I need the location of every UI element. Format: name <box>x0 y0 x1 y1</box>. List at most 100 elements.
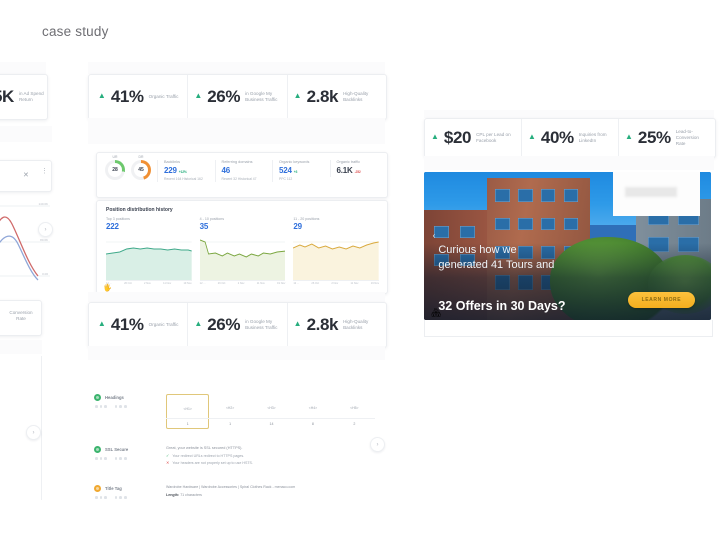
pd-sparkline-4to10 <box>199 234 286 281</box>
kpi-backlinks: ▲ 2.8k High-Quality Backlinks <box>288 75 386 119</box>
kpi-strip-1-topbg <box>88 62 385 74</box>
right-kpi-topbg <box>424 110 714 118</box>
ssl-check-text: Your headers are not properly set up to … <box>172 461 253 465</box>
kpi-strip-2-topbg <box>88 292 385 302</box>
kpi-gmb-traffic-2: ▲ 26% in Google My Business Traffic <box>188 303 288 347</box>
left-panel-mid-bg <box>0 126 52 142</box>
kpi-arrow-up-icon: ▲ <box>97 91 106 100</box>
seo-audit-panel: Headings <H1> <H2> <H3> <H4> <H5> 1 1 14… <box>80 382 385 500</box>
left-line-chart: 140.0K 80.0K 0.00 1, 2004 <box>0 190 50 286</box>
kpi-value: $20 <box>443 128 472 147</box>
ad-prev-arrow-icon[interactable]: ‹ <box>433 231 436 240</box>
kpi-label: in Google My Business Traffic <box>245 318 278 330</box>
metric-delta: +12% <box>178 170 187 174</box>
conversion-rate-card: Conversion Rate <box>0 300 42 336</box>
heading-tag: <H1> <box>183 407 192 411</box>
ad-house-icon: 🏘 <box>431 308 442 318</box>
metric-value: 524 <box>279 166 292 175</box>
position-distribution-title: Position distribution history <box>106 207 173 213</box>
left-panel-next-button[interactable]: › <box>26 425 41 440</box>
cursor-icon: 🖐 <box>103 285 112 292</box>
kpi-strip-2: ▲ 41% Organic Traffic ▲ 26% in Google My… <box>88 302 387 348</box>
ad-spend-value: 5K <box>0 87 14 106</box>
gauge-hole: 45 <box>134 163 148 177</box>
kpi-arrow-up-icon: ▲ <box>194 91 203 100</box>
pd-col-top3: Top 3 positions 222 12 ... 26 Oct 2 Nov … <box>106 217 192 285</box>
check-ok-icon: ✓ <box>166 453 170 458</box>
metric-sub: Recent 32 Historical 47 <box>221 177 257 181</box>
kpi-arrow-up-icon: ▲ <box>293 319 302 328</box>
ad-footer-bar <box>424 320 713 337</box>
gauge-value: 28 <box>112 167 118 173</box>
title-tag-value: Wardrobe Hardware | Wardrobe Accessories… <box>166 485 296 489</box>
pd-col-4to10: 4 - 10 positions 35 12 ... 26 Oct 2 Nov … <box>199 217 286 285</box>
ad-headline-line1: Curious how we <box>438 244 517 257</box>
metric-sub: Recent 164 Historical 162 <box>164 177 203 181</box>
left-panel-divider <box>41 356 42 500</box>
heading-cell-h1[interactable]: <H1> <box>166 394 210 418</box>
pd-xtick: 26 Oct <box>217 282 226 285</box>
audit-row-headings: Headings <H1> <H2> <H3> <H4> <H5> 1 1 14… <box>94 394 375 429</box>
metric-referring-domains: Referring domains 46 Recent 32 Historica… <box>214 160 267 183</box>
kpi-value: 41% <box>110 87 144 106</box>
pd-axis-4to10: 12 ... 26 Oct 2 Nov 11 Nov 19 Nov <box>200 281 286 285</box>
kpi-label: Lead-to-Conversion Rate <box>675 128 699 147</box>
kpi-arrow-up-icon: ▲ <box>528 132 536 141</box>
heading-cell-h3[interactable]: <H3> <box>251 394 292 418</box>
learn-more-button[interactable]: LEARN MORE <box>627 292 696 309</box>
audit-pips <box>94 457 158 460</box>
page-title: case study <box>42 24 109 39</box>
position-distribution-card: Position distribution history Top 3 posi… <box>96 200 388 294</box>
left-chart-kebab-menu[interactable]: ⋮ <box>41 168 48 175</box>
pd-xtick: 19 Nov <box>370 282 379 285</box>
left-chart-ytick-1: 80.0K <box>40 238 48 242</box>
kpi-label: High-Quality Backlinks <box>343 90 369 102</box>
pd-axis-11to20: 12 ... 26 Oct 2 Nov 11 Nov 19 Nov <box>293 281 379 285</box>
kpi-backlinks-2: ▲ 2.8k High-Quality Backlinks <box>288 303 386 347</box>
pd-xtick: 26 Oct <box>311 282 320 285</box>
seo-overview-card: 28 UR 45 DR Backlinks 229 +12% Recent 164… <box>96 152 388 198</box>
kpi-value: 2.8k <box>306 87 339 106</box>
pd-sparkline-svg <box>106 241 192 280</box>
right-kpi-bottombg <box>424 156 714 170</box>
pd-xtick: 19 Nov <box>277 282 286 285</box>
heading-count-h4: 8 <box>311 422 314 426</box>
audit-next-button[interactable]: › <box>370 437 385 452</box>
heading-tag: <H3> <box>267 406 276 410</box>
ad-logo-placeholder <box>613 172 700 217</box>
gauge-dr: 45 DR <box>131 155 151 180</box>
heading-tag: <H4> <box>308 406 318 410</box>
pd-xtick: 19 Nov <box>183 282 192 285</box>
ssl-note: Great, your website is SSL secured (HTTP… <box>166 446 243 450</box>
heading-cell-h5[interactable]: <H5> <box>334 394 375 418</box>
pd-sparkline-top3 <box>106 234 192 281</box>
kpi-organic-traffic: ▲ 41% Organic Traffic <box>89 75 189 119</box>
gauge-caption: UR <box>112 155 118 159</box>
kpi-arrow-up-icon: ▲ <box>194 319 203 328</box>
pd-xtick: 26 Oct <box>124 282 132 285</box>
kpi-arrow-up-icon: ▲ <box>625 132 633 141</box>
metric-value: 46 <box>221 166 231 175</box>
ssl-check-text: Your redirect URLs redirect to HTTPS pag… <box>172 454 245 458</box>
kpi-value: 26% <box>207 87 241 106</box>
property-ad-creative[interactable]: ‹ Curious how we generated 41 Tours and … <box>424 172 711 320</box>
metric-sub: PPC 112 <box>279 177 293 181</box>
ad-spend-label: in Ad Spend Return <box>18 90 44 102</box>
kpi-strip-1-bottombg <box>88 118 385 144</box>
heading-cell-h2[interactable]: <H2> <box>209 394 250 418</box>
pd-value: 222 <box>106 222 119 231</box>
ad-spend-return-card: 5K in Ad Spend Return <box>0 74 48 120</box>
audit-item-label: Title Tag <box>105 486 122 491</box>
metric-organic-keywords: Organic keywords 524 +3 PPC 112 <box>272 160 324 183</box>
metric-label: Organic keywords <box>279 160 310 164</box>
heading-count-h2: 1 <box>229 422 232 426</box>
left-chart-header-card: ✕ <box>0 160 52 192</box>
gauge-caption: DR <box>138 155 144 159</box>
pd-label: 4 - 10 positions <box>199 217 225 221</box>
left-chart-next-button[interactable]: › <box>38 222 53 237</box>
heading-cell-h4[interactable]: <H4> <box>292 394 333 418</box>
title-tag-length-label: Length: <box>166 493 180 497</box>
kpi-lead-conversion-rate: ▲ 25% Lead-to-Conversion Rate <box>619 119 715 157</box>
left-chart-ytick-2: 0.00 <box>42 272 48 276</box>
pd-sparkline-svg <box>199 239 286 280</box>
